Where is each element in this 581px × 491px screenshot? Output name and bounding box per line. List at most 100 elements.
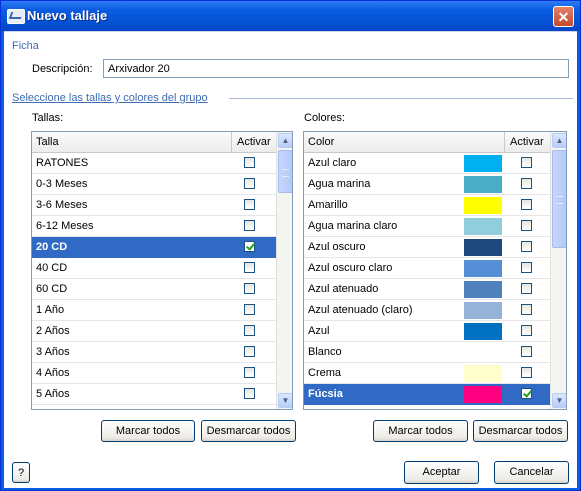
- talla-row[interactable]: 3-6 Meses: [32, 195, 276, 216]
- activar-checkbox[interactable]: [521, 283, 532, 294]
- color-row[interactable]: Agua marina: [304, 174, 550, 195]
- color-row[interactable]: Azul oscuro: [304, 237, 550, 258]
- activar-checkbox[interactable]: [521, 241, 532, 252]
- color-name: Agua marina claro: [308, 220, 398, 232]
- talla-row[interactable]: 1 Año: [32, 300, 276, 321]
- color-row[interactable]: Azul atenuado: [304, 279, 550, 300]
- activar-checkbox[interactable]: [244, 388, 255, 399]
- activar-checkbox[interactable]: [244, 241, 255, 252]
- color-row[interactable]: Agua marina claro: [304, 216, 550, 237]
- talla-row[interactable]: 2 Años: [32, 321, 276, 342]
- color-name: Amarillo: [308, 199, 348, 211]
- activar-checkbox[interactable]: [244, 367, 255, 378]
- activar-checkbox[interactable]: [244, 346, 255, 357]
- column-header-color[interactable]: Color: [308, 136, 334, 148]
- help-button[interactable]: ?: [12, 462, 30, 483]
- talla-row[interactable]: 60 CD: [32, 279, 276, 300]
- activar-checkbox[interactable]: [244, 178, 255, 189]
- color-row[interactable]: Blanco: [304, 342, 550, 363]
- color-name: Azul atenuado (claro): [308, 304, 413, 316]
- color-row[interactable]: Amarillo: [304, 195, 550, 216]
- color-swatch: [464, 302, 502, 319]
- activar-checkbox[interactable]: [521, 178, 532, 189]
- tallas-unmark-all-button[interactable]: Desmarcar todos: [201, 420, 296, 442]
- scroll-up-icon[interactable]: ▲: [552, 133, 566, 148]
- color-swatch: [464, 281, 502, 298]
- description-label: Descripción:: [32, 63, 93, 75]
- talla-row[interactable]: 5 Años: [32, 384, 276, 405]
- column-header-activar[interactable]: Activar: [510, 136, 544, 148]
- activar-checkbox[interactable]: [244, 157, 255, 168]
- scroll-down-icon[interactable]: ▼: [278, 393, 292, 408]
- color-row[interactable]: Fúcsia: [304, 384, 550, 405]
- tallas-scrollbar[interactable]: ▲ ▼: [276, 132, 292, 409]
- activar-checkbox[interactable]: [244, 199, 255, 210]
- color-row[interactable]: Azul oscuro claro: [304, 258, 550, 279]
- description-input[interactable]: [103, 59, 569, 78]
- colores-scrollbar[interactable]: ▲ ▼: [550, 132, 566, 409]
- activar-checkbox[interactable]: [244, 304, 255, 315]
- tallas-mark-all-button[interactable]: Marcar todos: [101, 420, 195, 442]
- color-name: Azul oscuro claro: [308, 262, 393, 274]
- group-divider: [229, 98, 573, 99]
- color-name: Azul oscuro: [308, 241, 366, 253]
- activar-checkbox[interactable]: [244, 325, 255, 336]
- dialog-window: Nuevo tallaje ✕ Ficha Descripción: Selec…: [0, 0, 581, 491]
- activar-checkbox[interactable]: [521, 220, 532, 231]
- color-swatch: [464, 386, 502, 403]
- activar-checkbox[interactable]: [521, 325, 532, 336]
- color-row[interactable]: Azul claro: [304, 153, 550, 174]
- color-swatch: [464, 365, 502, 382]
- activar-checkbox[interactable]: [244, 262, 255, 273]
- talla-row[interactable]: 0-3 Meses: [32, 174, 276, 195]
- activar-checkbox[interactable]: [521, 157, 532, 168]
- color-row[interactable]: Crema: [304, 363, 550, 384]
- color-swatch: [464, 155, 502, 172]
- color-name: Azul: [308, 325, 330, 337]
- color-name: Crema: [308, 367, 342, 379]
- color-row[interactable]: Azul: [304, 321, 550, 342]
- talla-name: 1 Año: [36, 304, 65, 316]
- talla-row[interactable]: 20 CD: [32, 237, 276, 258]
- talla-row[interactable]: 6-12 Meses: [32, 216, 276, 237]
- app-icon: [7, 9, 25, 24]
- scroll-thumb[interactable]: [278, 150, 292, 193]
- talla-name: RATONES: [36, 157, 89, 169]
- colores-mark-all-button[interactable]: Marcar todos: [373, 420, 468, 442]
- color-swatch: [464, 323, 502, 340]
- column-header-activar[interactable]: Activar: [237, 136, 271, 148]
- talla-name: 60 CD: [36, 283, 68, 295]
- talla-row[interactable]: 3 Años: [32, 342, 276, 363]
- activar-checkbox[interactable]: [244, 220, 255, 231]
- close-button[interactable]: ✕: [553, 6, 574, 27]
- talla-row[interactable]: 40 CD: [32, 258, 276, 279]
- talla-name: 40 CD: [36, 262, 68, 274]
- colores-grid: Color Activar Azul claro Agua marina Amari…: [303, 131, 567, 410]
- colores-label: Colores:: [304, 112, 345, 124]
- color-swatch: [464, 218, 502, 235]
- accept-button[interactable]: Aceptar: [404, 461, 479, 484]
- talla-row[interactable]: 4 Años: [32, 363, 276, 384]
- scroll-up-icon[interactable]: ▲: [278, 133, 292, 148]
- talla-name: 3-6 Meses: [36, 199, 88, 211]
- colores-unmark-all-button[interactable]: Desmarcar todos: [473, 420, 568, 442]
- column-header-talla[interactable]: Talla: [36, 136, 59, 148]
- window-title: Nuevo tallaje: [27, 8, 108, 23]
- activar-checkbox[interactable]: [521, 388, 532, 399]
- activar-checkbox[interactable]: [521, 304, 532, 315]
- title-bar[interactable]: Nuevo tallaje ✕: [1, 1, 580, 31]
- talla-name: 3 Años: [36, 346, 70, 358]
- color-swatch: [464, 239, 502, 256]
- color-name: Azul atenuado: [308, 283, 379, 295]
- activar-checkbox[interactable]: [521, 346, 532, 357]
- scroll-down-icon[interactable]: ▼: [552, 393, 566, 408]
- color-row[interactable]: Azul atenuado (claro): [304, 300, 550, 321]
- cancel-button[interactable]: Cancelar: [494, 461, 569, 484]
- activar-checkbox[interactable]: [521, 199, 532, 210]
- color-name: Fúcsia: [308, 388, 343, 400]
- scroll-thumb[interactable]: [552, 150, 566, 248]
- activar-checkbox[interactable]: [244, 283, 255, 294]
- talla-row[interactable]: RATONES: [32, 153, 276, 174]
- activar-checkbox[interactable]: [521, 367, 532, 378]
- activar-checkbox[interactable]: [521, 262, 532, 273]
